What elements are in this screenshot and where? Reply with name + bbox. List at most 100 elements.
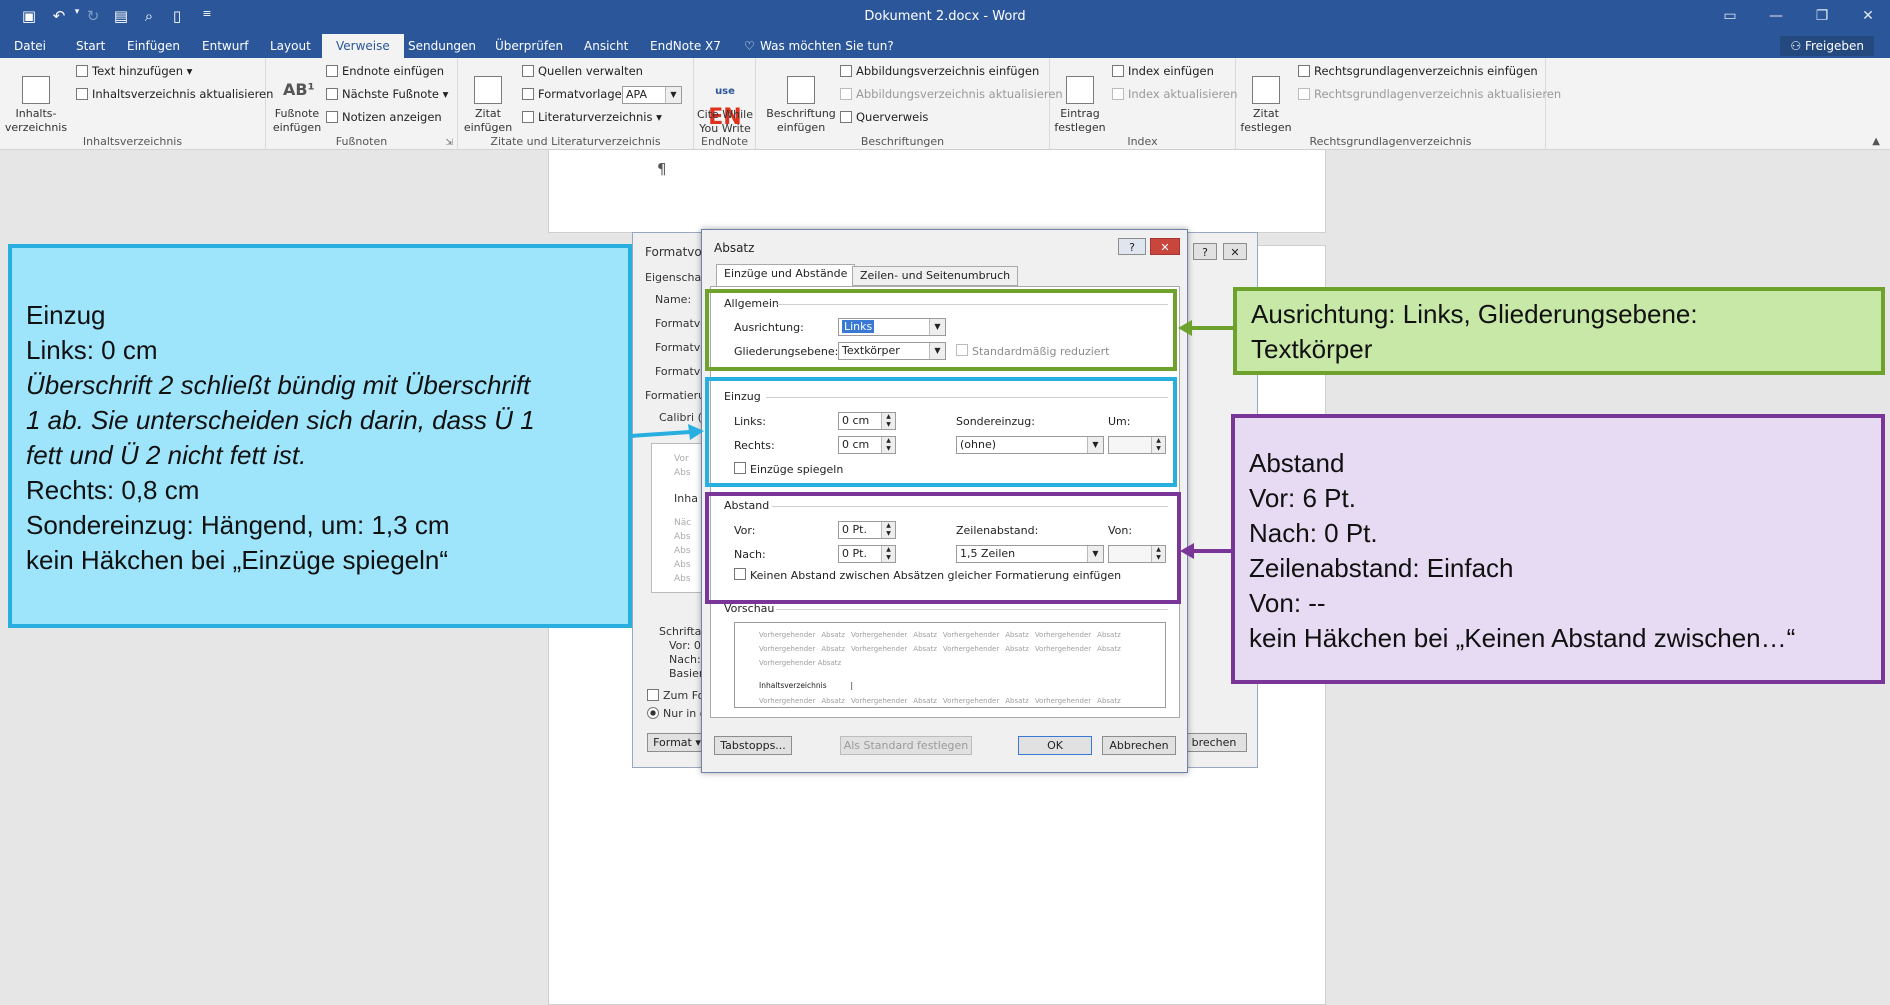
update-toa-button[interactable]: Rechtsgrundlagenverzeichnis aktualisiere… (1298, 85, 1561, 103)
toa-icon (1298, 65, 1310, 77)
caption-icon (787, 76, 815, 104)
note-line: Nach: 0 Pt. (1249, 518, 1378, 548)
cross-reference-label: Querverweis (856, 110, 929, 124)
ribbon-tabs: Datei Start Einfügen Entwurf Layout Verw… (0, 34, 1890, 58)
citation-style-select[interactable]: APA ▼ (622, 86, 682, 104)
tab-endnote[interactable]: EndNote X7 (642, 34, 729, 58)
refresh-icon (76, 88, 88, 100)
note-line: kein Häkchen bei „Keinen Abstand zwische… (1249, 623, 1796, 653)
note-line: Abstand (1249, 448, 1345, 478)
endnote-logo-icon: use EN (696, 76, 754, 129)
insert-toa-button[interactable]: Rechtsgrundlagenverzeichnis einfügen (1298, 62, 1538, 80)
toc-button[interactable]: Inhalts- verzeichnis (4, 62, 68, 135)
bg-label: Vor (674, 454, 689, 464)
separator (776, 609, 1168, 610)
ribbon: Inhalts- verzeichnis Text hinzufügen ▾ I… (0, 58, 1890, 150)
tab-datei[interactable]: Datei (6, 34, 54, 58)
update-toc-button[interactable]: Inhaltsverzeichnis aktualisieren (76, 85, 273, 103)
tabs-button[interactable]: Tabstopps... (714, 736, 792, 755)
group-label: Rechtsgrundlagenverzeichnis (1309, 135, 1472, 148)
style-label: Formatvorlage: (538, 87, 626, 101)
update-index-label: Index aktualisieren (1128, 87, 1238, 101)
show-notes-button[interactable]: Notizen anzeigen (326, 108, 442, 126)
preview-word: Vorhergehender (1034, 697, 1092, 705)
tab-entwurf[interactable]: Entwurf (194, 34, 256, 58)
cancel-button[interactable]: Abbrechen (1102, 736, 1176, 755)
preview-word: Absatz (821, 645, 845, 653)
insert-index-button[interactable]: Index einfügen (1112, 62, 1214, 80)
bg-cancel-button[interactable]: brechen (1181, 733, 1247, 752)
tab-indents-spacing[interactable]: Einzüge und Abstände (716, 264, 856, 287)
spacing-note-text: Abstand Vor: 6 Pt. Nach: 0 Pt. Zeilenabs… (1249, 446, 1795, 656)
tab-ansicht[interactable]: Ansicht (576, 34, 636, 58)
insert-tof-button[interactable]: Abbildungsverzeichnis einfügen (840, 62, 1039, 80)
mark-citation-button[interactable]: Zitat festlegen (1240, 62, 1292, 135)
set-default-button[interactable]: Als Standard festlegen (840, 736, 972, 755)
page-1[interactable]: ¶ (548, 149, 1326, 233)
bg-checkbox[interactable] (647, 689, 659, 701)
pilcrow-mark: ¶ (657, 160, 667, 178)
tab-line-page-breaks[interactable]: Zeilen- und Seitenumbruch (852, 266, 1019, 286)
insert-footnote-label: Fußnote einfügen (272, 107, 322, 134)
collapse-ribbon-icon[interactable]: ▲ (1872, 136, 1880, 147)
refresh-icon (1112, 88, 1124, 100)
share-button[interactable]: ⚇ Freigeben (1780, 36, 1874, 56)
maximize-icon[interactable]: ❐ (1802, 4, 1842, 28)
spacing-arrow-icon (1180, 543, 1234, 559)
cite-while-you-write-button[interactable]: use EN Cite While You Write (696, 62, 754, 136)
close-icon[interactable]: ✕ (1223, 243, 1247, 260)
group-label: Inhaltsverzeichnis (82, 135, 183, 148)
add-text-button[interactable]: Text hinzufügen ▾ (76, 62, 192, 80)
insert-endnote-button[interactable]: Endnote einfügen (326, 62, 444, 80)
tab-einfuegen[interactable]: Einfügen (119, 34, 188, 58)
tell-me-box[interactable]: Was möchten Sie tun? (752, 34, 902, 58)
bibliography-button[interactable]: Literaturverzeichnis ▾ (522, 108, 662, 126)
group-label: Index (1127, 135, 1158, 148)
add-text-label: Text hinzufügen (92, 64, 184, 78)
alignment-note-text: Ausrichtung: Links, Gliederungsebene: Te… (1251, 297, 1698, 367)
close-icon[interactable]: ✕ (1848, 4, 1888, 28)
refresh-icon (1298, 88, 1310, 100)
tab-layout[interactable]: Layout (262, 34, 319, 58)
update-toc-label: Inhaltsverzeichnis aktualisieren (92, 87, 274, 101)
bg-radio[interactable] (647, 707, 659, 719)
title-bar: ▣ ↶ ▾ ↻ ▤ ⌕ ▯ ≡ Dokument 2.docx - Word ▭… (0, 0, 1890, 34)
tab-sendungen[interactable]: Sendungen (400, 34, 484, 58)
insert-caption-button[interactable]: Beschriftung einfügen (758, 62, 844, 135)
insert-footnote-button[interactable]: AB¹ Fußnote einfügen (270, 62, 324, 135)
preview-word: Vorhergehender (850, 645, 908, 653)
tab-start[interactable]: Start (68, 34, 113, 58)
dialog-title: Absatz (714, 241, 755, 255)
insert-citation-button[interactable]: Zitat einfügen (460, 62, 516, 135)
tab-ueberpruefen[interactable]: Überprüfen (487, 34, 571, 58)
update-index-button[interactable]: Index aktualisieren (1112, 85, 1237, 103)
cross-reference-button[interactable]: Querverweis (840, 108, 928, 126)
share-label: Freigeben (1804, 39, 1864, 53)
indent-arrow-icon (630, 424, 704, 440)
minimize-icon[interactable]: — (1756, 4, 1796, 28)
note-line: Einzug (26, 300, 106, 330)
insert-citation-label: Zitat einfügen (463, 107, 513, 134)
next-footnote-button[interactable]: Nächste Fußnote ▾ (326, 85, 448, 103)
preview-word: Absatz (821, 697, 845, 705)
close-icon[interactable]: ✕ (1150, 238, 1180, 255)
preview-word: Absatz (1097, 697, 1121, 705)
tab-verweise[interactable]: Verweise (322, 34, 404, 58)
help-icon[interactable]: ? (1118, 238, 1146, 255)
bg-format-button[interactable]: Format ▾ (647, 733, 707, 752)
manage-sources-button[interactable]: Quellen verwalten (522, 62, 643, 80)
preview-sample-text: Inhaltsverzeichnis (759, 681, 827, 690)
update-tof-label: Abbildungsverzeichnis aktualisieren (856, 87, 1063, 101)
ok-button[interactable]: OK (1018, 736, 1092, 755)
toc-button-label: Inhalts- verzeichnis (4, 107, 68, 134)
note-line: Überschrift 2 schließt bündig mit Übersc… (26, 370, 531, 400)
ribbon-display-icon[interactable]: ▭ (1710, 4, 1750, 28)
mark-entry-button[interactable]: Eintrag festlegen (1054, 62, 1106, 135)
style-row: Formatvorlage: (522, 85, 626, 103)
insert-caption-label: Beschriftung einfügen (766, 107, 836, 134)
dialog-launcher-icon[interactable]: ⇲ (445, 138, 453, 148)
help-icon[interactable]: ? (1193, 243, 1217, 260)
update-tof-button[interactable]: Abbildungsverzeichnis aktualisieren (840, 85, 1063, 103)
preview-word: Absatz (913, 631, 937, 639)
show-notes-icon (326, 111, 338, 123)
